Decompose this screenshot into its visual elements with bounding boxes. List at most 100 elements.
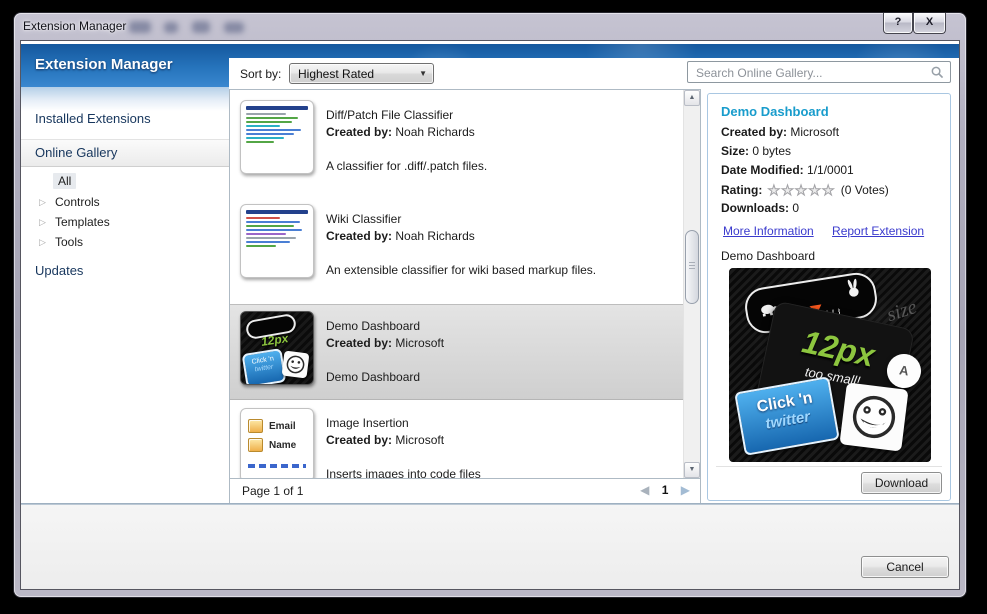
extension-author: Microsoft [395,433,444,447]
scrollbar-thumb[interactable] [685,230,699,304]
search-input[interactable] [694,64,926,82]
scroll-down-button[interactable]: ▼ [684,462,700,478]
extension-author: Noah Richards [395,125,474,139]
contact-icon [248,438,263,452]
thumb-text: Email [269,421,296,432]
list-item-image-insertion[interactable]: Email Name Image Insertion Created by: M… [230,402,684,478]
window-titlebar[interactable]: Extension Manager ? X [14,13,966,40]
next-page-icon[interactable]: ▶ [681,483,690,497]
extension-thumbnail [240,204,314,278]
size-tag: 12px [260,331,289,349]
search-box [687,61,951,83]
tree-item-label[interactable]: Templates [55,215,110,229]
sort-dropdown[interactable]: Highest Rated ▼ [289,63,434,84]
download-button[interactable]: Download [861,472,942,494]
twitter-sticker: Click 'n twitter [242,348,287,385]
scroll-up-button[interactable]: ▲ [684,90,700,106]
help-button[interactable]: ? [883,13,913,34]
date-modified-label: Date Modified: [721,163,804,177]
page-number[interactable]: 1 [662,483,669,497]
downloads-label: Downloads: [721,201,789,215]
page-title: Extension Manager [35,56,173,73]
tree-item-label[interactable]: Controls [55,195,100,209]
chevron-right-icon[interactable]: ▷ [39,217,51,228]
smiley-icon [839,382,908,451]
page-status: Page 1 of 1 [242,484,303,498]
list-scrollbar[interactable]: ▲ ▼ [683,90,700,478]
arrow-up-icon: ▲ [689,94,696,101]
download-button-label: Download [875,476,928,490]
extension-list-items: Diff/Patch File Classifier Created by: N… [230,90,684,478]
close-icon: X [926,16,933,28]
details-title: Demo Dashboard [721,104,829,119]
extension-author: Noah Richards [395,229,474,243]
details-downloads: 0 [792,201,799,215]
cancel-button[interactable]: Cancel [861,556,949,578]
close-button[interactable]: X [913,13,946,34]
extension-title: Wiki Classifier [326,212,401,226]
code-line-decoration [248,464,306,468]
rabbit-icon [844,277,863,299]
help-icon: ? [895,16,902,28]
extension-thumbnail: Email Name [240,408,314,478]
size-script-text: size [884,296,920,327]
window-title: Extension Manager [23,19,126,33]
created-by-label: Created by: [326,229,392,243]
desktop-background: Extension Manager ? X Extension Manager … [0,0,987,614]
details-author: Microsoft [790,125,839,139]
cancel-button-label: Cancel [886,560,923,574]
extension-description: Inserts images into code files [326,467,481,478]
chevron-down-icon: ▼ [419,69,427,78]
extension-list: Diff/Patch File Classifier Created by: N… [229,89,701,479]
dialog-client-area: Extension Manager Installed Extensions O… [20,40,960,590]
preview-caption: Demo Dashboard [721,249,815,263]
search-icon[interactable] [930,65,945,80]
pagination-bar: Page 1 of 1 ◀ 1 ▶ [229,479,701,503]
extension-author: Microsoft [395,336,444,350]
extension-title: Image Insertion [326,416,409,430]
extension-description: Demo Dashboard [326,370,420,384]
size-label: Size: [721,144,749,158]
rating-label: Rating: [721,183,762,197]
extension-title: Demo Dashboard [326,319,420,333]
smiley-sticker [839,382,908,451]
details-panel: Demo Dashboard Created by: Microsoft Siz… [707,93,951,501]
created-by-label: Created by: [326,336,392,350]
list-item-demo-dashboard-selected[interactable]: 12px Click 'n twitter [230,304,684,400]
details-size: 0 bytes [752,144,791,158]
extension-thumbnail: 12px Click 'n twitter [240,311,314,385]
list-item-wiki-classifier[interactable]: Wiki Classifier Created by: Noah Richard… [230,198,684,304]
dialog-footer: Cancel [21,505,959,589]
report-extension-link[interactable]: Report Extension [832,224,924,238]
extension-description: An extensible classifier for wiki based … [326,263,596,277]
sort-dropdown-value: Highest Rated [298,67,374,81]
chevron-right-icon[interactable]: ▷ [39,237,51,248]
rating-votes: (0 Votes) [841,183,889,197]
scrollbar-grip [689,262,695,270]
tree-item-all[interactable]: All [53,173,76,189]
details-date-modified: 1/1/0001 [807,163,854,177]
tree-item-label[interactable]: Tools [55,235,83,249]
sidebar-item-installed-extensions[interactable]: Installed Extensions [35,111,151,126]
mail-icon [248,419,263,433]
sidebar-item-updates[interactable]: Updates [35,263,83,278]
created-by-label: Created by: [326,433,392,447]
panel-separator [716,466,942,467]
extension-manager-window: Extension Manager ? X Extension Manager … [14,13,966,597]
twitter-sticker: Click 'n twitter [734,376,840,456]
sidebar: Installed Extensions Online Gallery All … [21,87,229,505]
created-by-label: Created by: [721,125,787,139]
more-information-link[interactable]: More Information [723,224,814,238]
smiley-sticker [282,351,310,379]
sidebar-item-label: Online Gallery [35,145,117,160]
rating-stars-icon: ★★★★★ [768,182,836,198]
smiley-icon [282,351,310,379]
sidebar-item-online-gallery[interactable]: Online Gallery [21,139,229,167]
list-item-diff-patch-classifier[interactable]: Diff/Patch File Classifier Created by: N… [230,94,684,198]
preview-image: size 12px too small! A Click 'n twitter [729,268,931,462]
created-by-label: Created by: [326,125,392,139]
chevron-right-icon[interactable]: ▷ [39,197,51,208]
arrow-down-icon: ▼ [689,466,696,473]
sort-by-label: Sort by: [240,67,281,81]
previous-page-icon[interactable]: ◀ [640,483,649,497]
